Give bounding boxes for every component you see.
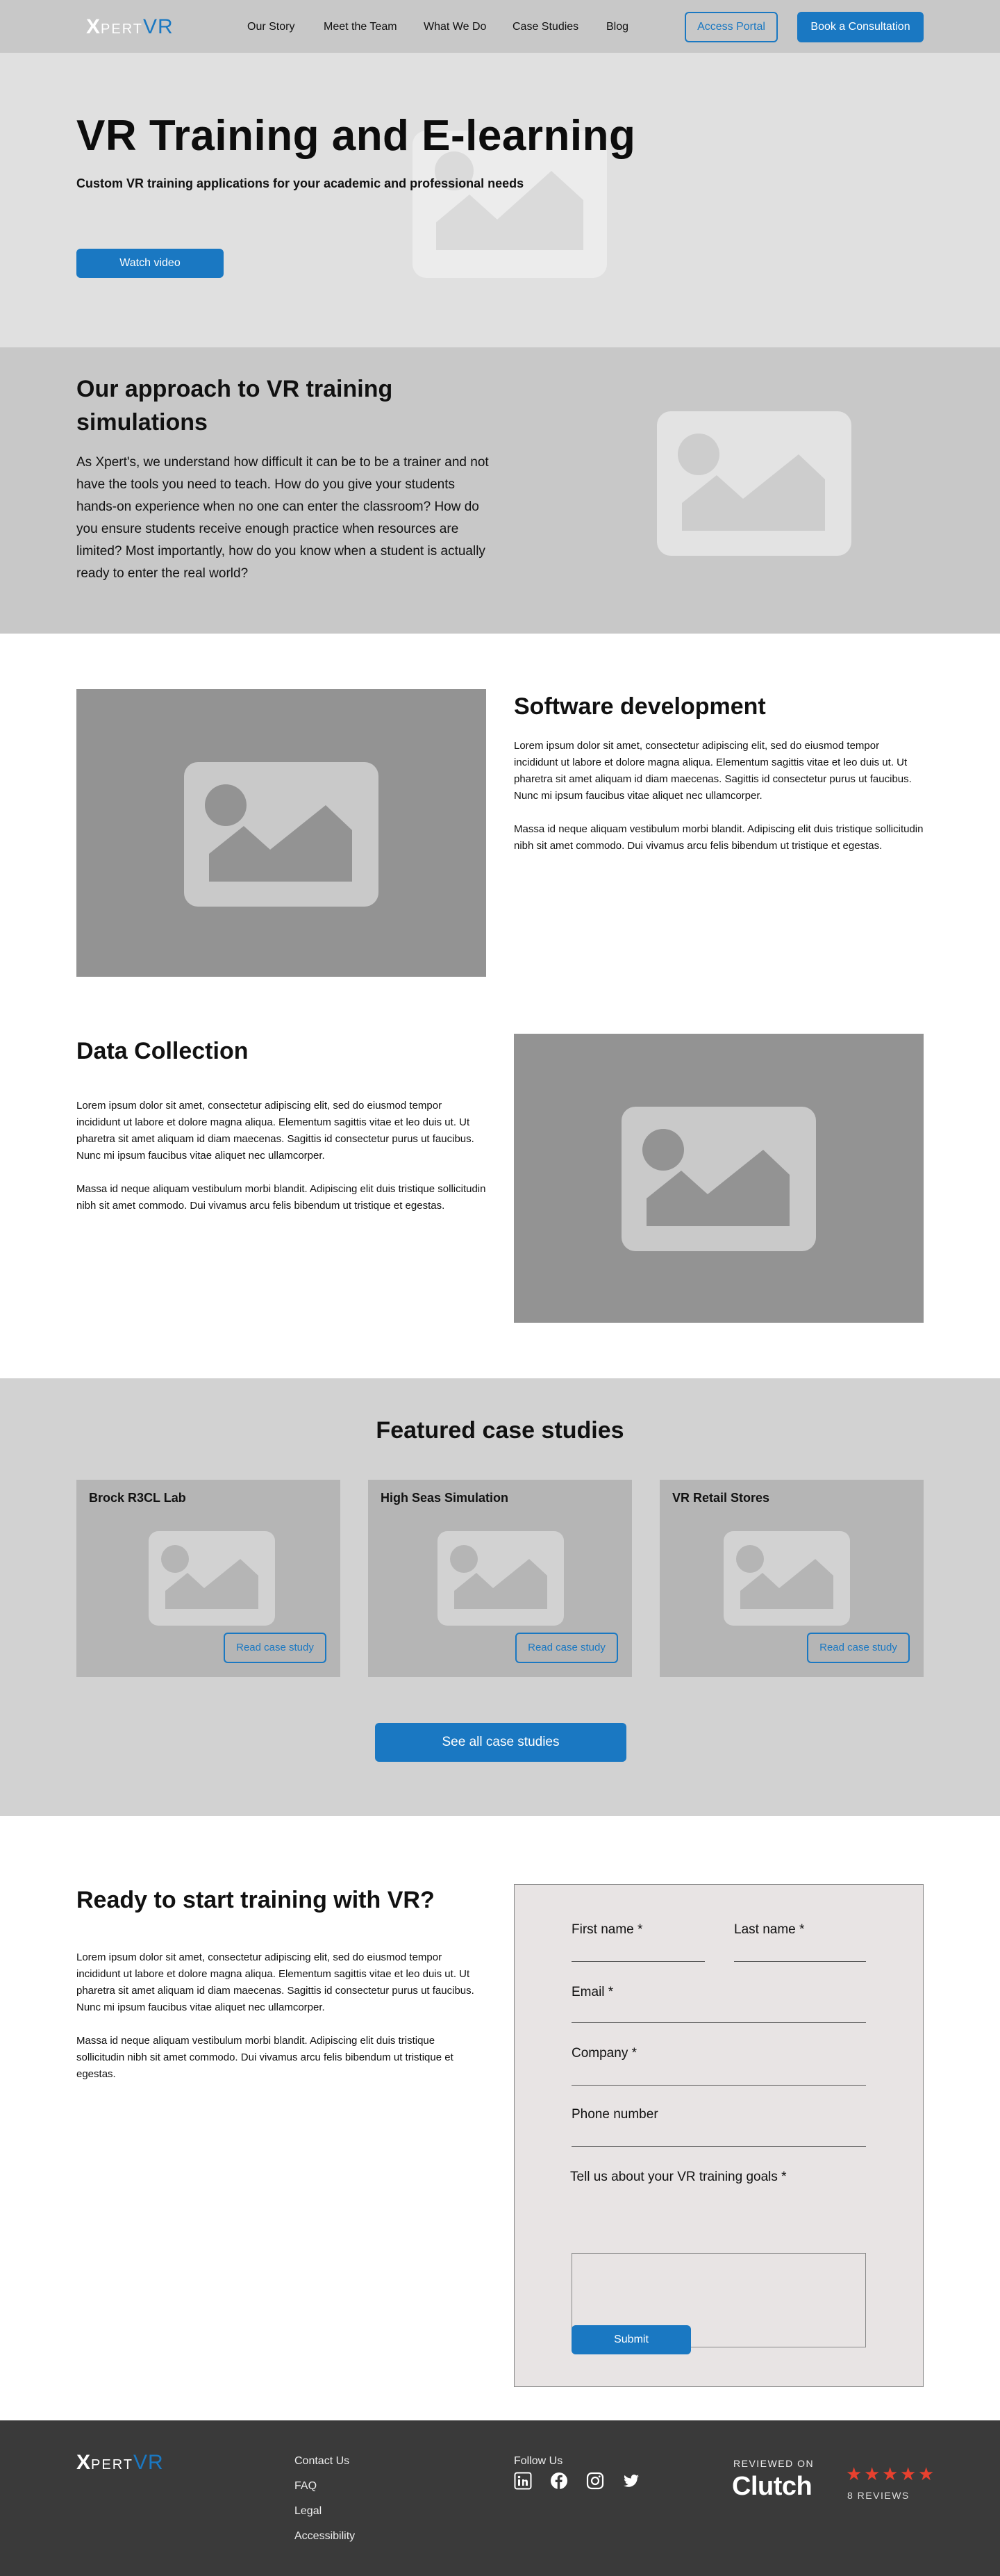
first-name-input[interactable] <box>572 1961 705 1962</box>
image-placeholder-icon <box>438 1531 564 1626</box>
site-footer: XPERTVR Contact Us FAQ Legal Accessibili… <box>0 2420 1000 2576</box>
company-label: Company * <box>572 2046 637 2061</box>
logo-pert: PERT <box>91 2457 133 2472</box>
hero-section: VR Training and E-learning Custom VR tra… <box>0 53 1000 347</box>
logo[interactable]: XPERTVR <box>86 15 174 39</box>
data-collection-paragraph-1: Lorem ipsum dolor sit amet, consectetur … <box>76 1100 474 1162</box>
footer-link-contact[interactable]: Contact Us <box>294 2455 349 2468</box>
read-case-study-button[interactable]: Read case study <box>224 1633 326 1663</box>
case-card-vr-retail[interactable]: VR Retail Stores Read case study <box>660 1480 924 1677</box>
hero-subtitle: Custom VR training applications for your… <box>76 176 524 190</box>
phone-input[interactable] <box>572 2146 866 2147</box>
nav-meet-the-team[interactable]: Meet the Team <box>324 21 397 33</box>
logo-x: X <box>76 2451 92 2474</box>
data-collection-paragraph-2: Massa id neque aliquam vestibulum morbi … <box>76 1183 486 1212</box>
submit-button[interactable]: Submit <box>572 2325 691 2354</box>
hero-title: VR Training and E-learning <box>76 112 636 160</box>
logo-x: X <box>86 15 101 38</box>
contact-paragraph-2: Massa id neque aliquam vestibulum morbi … <box>76 2035 453 2080</box>
star-icon: ★ <box>918 2463 935 2484</box>
footer-link-legal[interactable]: Legal <box>294 2505 322 2518</box>
footer-link-accessibility[interactable]: Accessibility <box>294 2530 355 2543</box>
contact-title: Ready to start training with VR? <box>76 1887 435 1913</box>
last-name-label: Last name * <box>734 1922 805 1937</box>
case-studies-title: Featured case studies <box>376 1417 624 1444</box>
read-case-study-button[interactable]: Read case study <box>807 1633 910 1663</box>
nav-case-studies[interactable]: Case Studies <box>512 21 578 33</box>
first-name-label: First name * <box>572 1922 643 1937</box>
case-card-high-seas[interactable]: High Seas Simulation Read case study <box>368 1480 632 1677</box>
software-paragraph-2: Massa id neque aliquam vestibulum morbi … <box>514 823 924 852</box>
case-card-title: Brock R3CL Lab <box>89 1491 186 1505</box>
image-placeholder-icon <box>149 1531 275 1626</box>
nav-blog[interactable]: Blog <box>606 21 628 33</box>
watch-video-button[interactable]: Watch video <box>76 249 224 278</box>
linkedin-icon[interactable] <box>514 2472 532 2490</box>
access-portal-button[interactable]: Access Portal <box>685 12 778 42</box>
logo-pert: PERT <box>101 22 143 37</box>
data-collection-image <box>514 1034 924 1323</box>
company-input[interactable] <box>572 2085 866 2086</box>
follow-us-label: Follow Us <box>514 2455 563 2467</box>
contact-form: First name * Last name * Email * Company… <box>514 1884 924 2387</box>
phone-label: Phone number <box>572 2107 658 2122</box>
software-title: Software development <box>514 693 766 720</box>
book-consultation-button[interactable]: Book a Consultation <box>797 12 924 42</box>
read-case-study-button[interactable]: Read case study <box>515 1633 618 1663</box>
clutch-logo[interactable]: Clutch <box>732 2472 812 2502</box>
image-placeholder-icon <box>724 1531 850 1626</box>
logo-vr: VR <box>133 2451 164 2474</box>
reviewed-on-label: REVIEWED ON <box>733 2458 815 2469</box>
case-card-brock[interactable]: Brock R3CL Lab Read case study <box>76 1480 340 1677</box>
star-icon: ★ <box>900 2463 917 2484</box>
data-collection-title: Data Collection <box>76 1038 249 1064</box>
page: XPERTVR Our Story Meet the Team What We … <box>0 0 1000 2576</box>
email-input[interactable] <box>572 2022 866 2023</box>
star-icon: ★ <box>846 2463 862 2484</box>
see-all-case-studies-button[interactable]: See all case studies <box>375 1723 626 1762</box>
approach-body: As Xpert's, we understand how difficult … <box>76 455 489 581</box>
twitter-icon[interactable] <box>622 2472 640 2490</box>
software-image <box>76 689 486 977</box>
facebook-icon[interactable] <box>550 2472 568 2490</box>
nav-what-we-do[interactable]: What We Do <box>424 21 486 33</box>
star-icon: ★ <box>882 2463 899 2484</box>
email-label: Email * <box>572 1985 614 1999</box>
reviews-count: 8 REVIEWS <box>847 2490 910 2501</box>
image-placeholder-icon <box>622 1107 816 1251</box>
software-paragraph-1: Lorem ipsum dolor sit amet, consectetur … <box>514 740 912 802</box>
footer-logo[interactable]: XPERTVR <box>76 2451 164 2475</box>
approach-section: Our approach to VR training simulations … <box>0 347 1000 634</box>
star-icon: ★ <box>864 2463 881 2484</box>
goals-label: Tell us about your VR training goals * <box>570 2170 787 2184</box>
case-studies-section: Featured case studies Brock R3CL Lab Rea… <box>0 1378 1000 1816</box>
site-header: XPERTVR Our Story Meet the Team What We … <box>0 0 1000 53</box>
footer-link-faq[interactable]: FAQ <box>294 2480 317 2493</box>
case-card-title: High Seas Simulation <box>381 1491 509 1505</box>
contact-paragraph-1: Lorem ipsum dolor sit amet, consectetur … <box>76 1951 474 2013</box>
instagram-icon[interactable] <box>586 2472 604 2490</box>
approach-title: Our approach to VR training simulations <box>76 376 393 436</box>
logo-vr: VR <box>143 15 174 38</box>
image-placeholder-icon <box>657 411 851 556</box>
last-name-input[interactable] <box>734 1961 866 1962</box>
case-card-title: VR Retail Stores <box>672 1491 770 1505</box>
image-placeholder-icon <box>184 762 378 907</box>
nav-our-story[interactable]: Our Story <box>247 21 294 33</box>
